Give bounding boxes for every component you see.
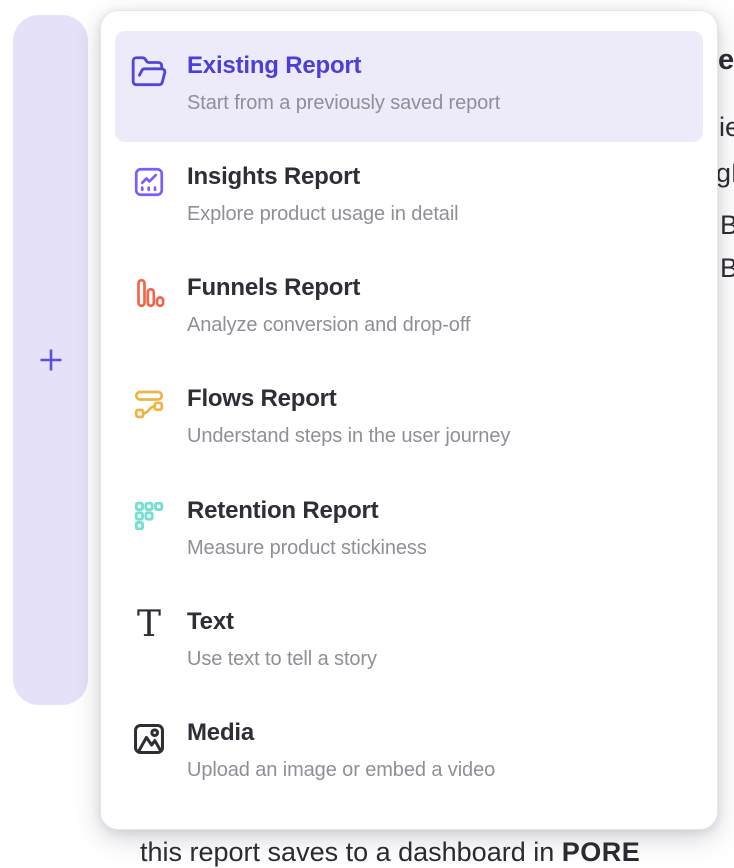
menu-item-funnels-report[interactable]: Funnels Report Analyze conversion and dr… bbox=[115, 253, 703, 364]
menu-item-text: Retention Report Measure product stickin… bbox=[187, 496, 427, 561]
media-image-icon bbox=[129, 720, 169, 764]
funnel-bars-icon bbox=[129, 275, 169, 319]
background-text-fragment: this report saves to a dashboard in PORE bbox=[140, 837, 640, 868]
menu-item-text-block[interactable]: T Text Use text to tell a story bbox=[115, 587, 703, 698]
menu-item-title: Media bbox=[187, 718, 495, 748]
menu-item-subtitle: Understand steps in the user journey bbox=[187, 423, 510, 449]
menu-item-subtitle: Use text to tell a story bbox=[187, 646, 377, 672]
menu-item-subtitle: Explore product usage in detail bbox=[187, 201, 459, 227]
add-button[interactable] bbox=[29, 338, 73, 382]
folder-open-icon bbox=[129, 53, 169, 97]
retention-grid-icon bbox=[129, 498, 169, 542]
background-text-fragment: B bbox=[720, 253, 734, 284]
menu-item-text: Insights Report Explore product usage in… bbox=[187, 162, 459, 227]
menu-item-title: Funnels Report bbox=[187, 273, 470, 303]
menu-item-title: Flows Report bbox=[187, 384, 510, 414]
background-text-fragment: gB bbox=[716, 158, 734, 189]
menu-item-text: Existing Report Start from a previously … bbox=[187, 51, 500, 116]
menu-item-existing-report[interactable]: Existing Report Start from a previously … bbox=[115, 31, 703, 142]
add-rail bbox=[13, 15, 88, 705]
menu-item-subtitle: Start from a previously saved report bbox=[187, 90, 500, 116]
menu-item-title: Text bbox=[187, 607, 377, 637]
menu-item-insights-report[interactable]: Insights Report Explore product usage in… bbox=[115, 142, 703, 253]
menu-item-subtitle: Measure product stickiness bbox=[187, 535, 427, 561]
plus-icon bbox=[35, 344, 67, 376]
background-text-fragment: ex bbox=[718, 44, 734, 77]
menu-item-text: Flows Report Understand steps in the use… bbox=[187, 384, 510, 449]
text-icon: T bbox=[129, 609, 169, 653]
menu-item-text: Funnels Report Analyze conversion and dr… bbox=[187, 273, 470, 338]
add-content-menu: Existing Report Start from a previously … bbox=[100, 10, 718, 830]
menu-item-subtitle: Upload an image or embed a video bbox=[187, 757, 495, 783]
menu-item-title: Retention Report bbox=[187, 496, 427, 526]
menu-item-title: Existing Report bbox=[187, 51, 500, 81]
menu-item-text: Media Upload an image or embed a video bbox=[187, 718, 495, 783]
menu-item-title: Insights Report bbox=[187, 162, 459, 192]
menu-item-retention-report[interactable]: Retention Report Measure product stickin… bbox=[115, 476, 703, 587]
menu-item-media[interactable]: Media Upload an image or embed a video bbox=[115, 698, 703, 809]
insights-chart-icon bbox=[129, 164, 169, 208]
menu-item-subtitle: Analyze conversion and drop-off bbox=[187, 312, 470, 338]
menu-item-text: Text Use text to tell a story bbox=[187, 607, 377, 672]
background-text-fragment: ie bbox=[719, 112, 734, 143]
menu-item-flows-report[interactable]: Flows Report Understand steps in the use… bbox=[115, 364, 703, 475]
background-text-fragment: B bbox=[720, 210, 734, 241]
flows-icon bbox=[129, 386, 169, 430]
